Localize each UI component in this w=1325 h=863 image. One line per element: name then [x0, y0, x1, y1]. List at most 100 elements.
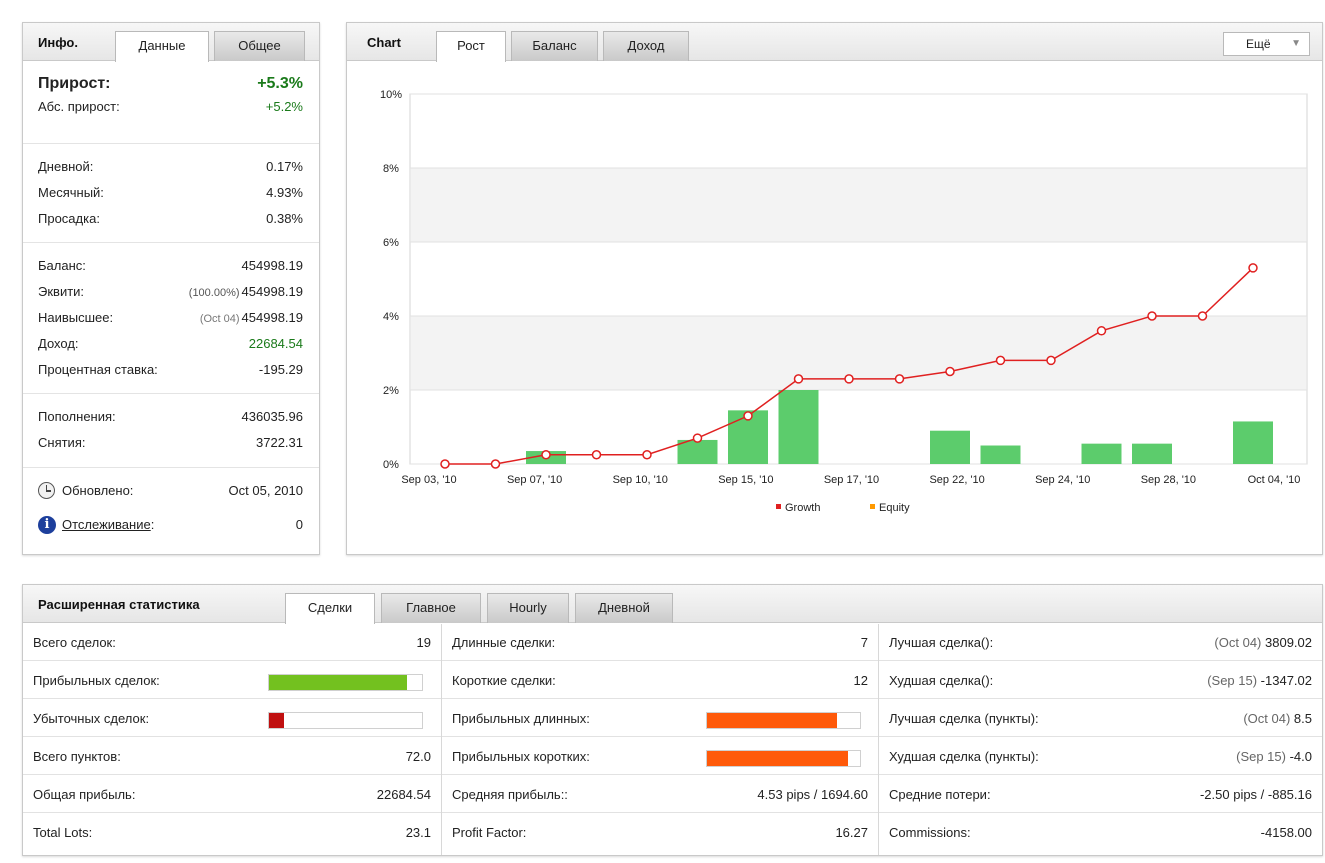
growth-point [490, 459, 501, 469]
equity-note: (100.00%) [188, 287, 240, 299]
y-tick-label: 2% [383, 385, 399, 397]
updated-value: Oct 05, 2010 [228, 483, 303, 498]
deposits-value: 436035.96 [241, 409, 303, 424]
stat-label: Общая прибыль: [33, 787, 136, 802]
rates-section: Дневной: 0.17% Месячный: 4.93% Просадка:… [23, 144, 319, 243]
stat-row: Прибыльных длинных: [442, 700, 878, 737]
balance-label: Баланс: [38, 258, 86, 273]
profit-value: 22684.54 [248, 336, 303, 351]
growth-point [995, 355, 1006, 366]
tab-balance[interactable]: Баланс [511, 31, 598, 61]
chart-panel-title: Chart [367, 35, 401, 50]
stat-label: Прибыльных коротких: [452, 749, 590, 764]
stat-label: Всего сделок: [33, 635, 116, 650]
stat-label: Прибыльных длинных: [452, 711, 590, 726]
x-tick-label: Sep 03, '10 [401, 474, 456, 486]
chevron-down-icon: ▼ [1291, 38, 1301, 49]
growth-point [440, 459, 450, 469]
stats-panel-title: Расширенная статистика [38, 597, 200, 612]
x-tick-label: Sep 07, '10 [507, 474, 562, 486]
stat-bar-fill [707, 751, 848, 766]
tab-main[interactable]: Главное [381, 593, 481, 623]
stat-value: (Sep 15) -1347.02 [1207, 673, 1312, 688]
abs-growth-label: Абс. прирост: [38, 99, 120, 114]
more-dropdown[interactable]: Ещё ▼ [1223, 32, 1310, 56]
x-tick-label: Sep 10, '10 [613, 474, 668, 486]
stat-value: 19 [416, 635, 431, 650]
growth-point [642, 450, 652, 460]
stat-row: Худшая сделка(): (Sep 15) -1347.02 [879, 662, 1322, 699]
y-tick-label: 0% [383, 459, 399, 471]
stat-row: Худшая сделка (пункты): (Sep 15) -4.0 [879, 738, 1322, 775]
highest-note: (Oct 04) [199, 313, 240, 325]
more-label: Ещё [1246, 37, 1271, 51]
balance-section: Баланс: 454998.19 Эквити: (100.00%) 45499… [23, 243, 319, 394]
tab-growth[interactable]: Рост [436, 31, 506, 62]
stat-bar-track [268, 674, 423, 691]
stat-value: 16.27 [835, 825, 868, 840]
growth-bar [1233, 421, 1273, 464]
stat-value: 22684.54 [376, 787, 431, 802]
stat-label: Прибыльных сделок: [33, 673, 160, 688]
stat-value: (Oct 04) 3809.02 [1214, 635, 1312, 650]
stat-row: Всего сделок: 19 [23, 624, 441, 661]
highest-value: 454998.19 [241, 310, 303, 325]
monthly-value: 4.93% [266, 185, 303, 200]
tab-general[interactable]: Общее [214, 31, 305, 61]
y-tick-label: 10% [380, 89, 402, 101]
withdrawals-label: Снятия: [38, 435, 86, 450]
growth-point [591, 450, 602, 460]
tracking-link[interactable]: Отслеживание [62, 517, 151, 532]
x-tick-label: Sep 15, '10 [718, 474, 773, 486]
chart-panel: Chart Рост Баланс Доход Ещё ▼ 0% 2% 4% 6% 8%… [346, 22, 1323, 555]
stat-row: Прибыльных коротких: [442, 738, 878, 775]
stat-label: Средние потери: [889, 787, 991, 802]
growth-bar [677, 439, 718, 464]
withdrawals-value: 3722.31 [256, 435, 303, 450]
stat-date-note: (Sep 15) [1236, 749, 1290, 764]
growth-point [692, 433, 703, 443]
stat-value: 12 [853, 673, 868, 688]
stat-bar-fill [269, 675, 407, 690]
info-icon: i [38, 516, 56, 534]
tracking-colon: : [150, 517, 155, 532]
stat-row: Commissions: -4158.00 [879, 814, 1322, 851]
chart-tabbar: Chart Рост Баланс Доход Ещё ▼ [347, 23, 1322, 62]
stat-row: Лучшая сделка(): (Oct 04) 3809.02 [879, 624, 1322, 661]
stat-row: Средние потери: -2.50 pips / -885.16 [879, 776, 1322, 813]
tab-data[interactable]: Данные [115, 31, 209, 62]
stat-label: Лучшая сделка (пункты): [889, 711, 1039, 726]
growth-section: Прирост: +5.3% Абс. прирост: +5.2% [23, 62, 319, 144]
highest-label: Наивысшее: [38, 310, 114, 325]
growth-point [1046, 355, 1056, 366]
stat-label: Всего пунктов: [33, 749, 121, 764]
legend-label: Growth [785, 502, 820, 514]
tab-trades[interactable]: Сделки [285, 593, 375, 624]
x-tick-label: Sep 22, '10 [929, 474, 984, 486]
stat-date-note: (Oct 04) [1243, 711, 1294, 726]
stat-row: Total Lots: 23.1 [23, 814, 441, 851]
tab-daily[interactable]: Дневной [575, 593, 673, 623]
stat-label: Длинные сделки: [452, 635, 556, 650]
stats-tabbar: Расширенная статистика Сделки Главное Ho… [23, 585, 1322, 624]
tab-hourly[interactable]: Hourly [487, 593, 569, 623]
stat-label: Лучшая сделка(): [889, 635, 994, 650]
stat-row: Средняя прибыль:: 4.53 pips / 1694.60 [442, 776, 878, 813]
stat-bar-track [706, 712, 861, 729]
stat-date-note: (Sep 15) [1207, 673, 1261, 688]
equity-value: 454998.19 [241, 284, 303, 299]
stat-label: Худшая сделка (пункты): [889, 749, 1039, 764]
info-tabbar: Инфо. Данные Общее [23, 23, 319, 62]
y-tick-label: 6% [383, 237, 399, 249]
stat-value: -4158.00 [1260, 825, 1312, 840]
stat-value: (Sep 15) -4.0 [1236, 749, 1312, 764]
stat-label: Total Lots: [33, 825, 93, 840]
equity-label: Эквити: [38, 284, 85, 299]
stat-label: Худшая сделка(): [889, 673, 994, 688]
daily-label: Дневной: [38, 159, 94, 174]
monthly-label: Месячный: [38, 185, 104, 200]
deposits-section: Пополнения: 436035.96 Снятия: 3722.31 [23, 394, 319, 468]
stat-value: 4.53 pips / 1694.60 [757, 787, 868, 802]
interest-value: -195.29 [258, 362, 303, 377]
tab-income[interactable]: Доход [603, 31, 689, 61]
